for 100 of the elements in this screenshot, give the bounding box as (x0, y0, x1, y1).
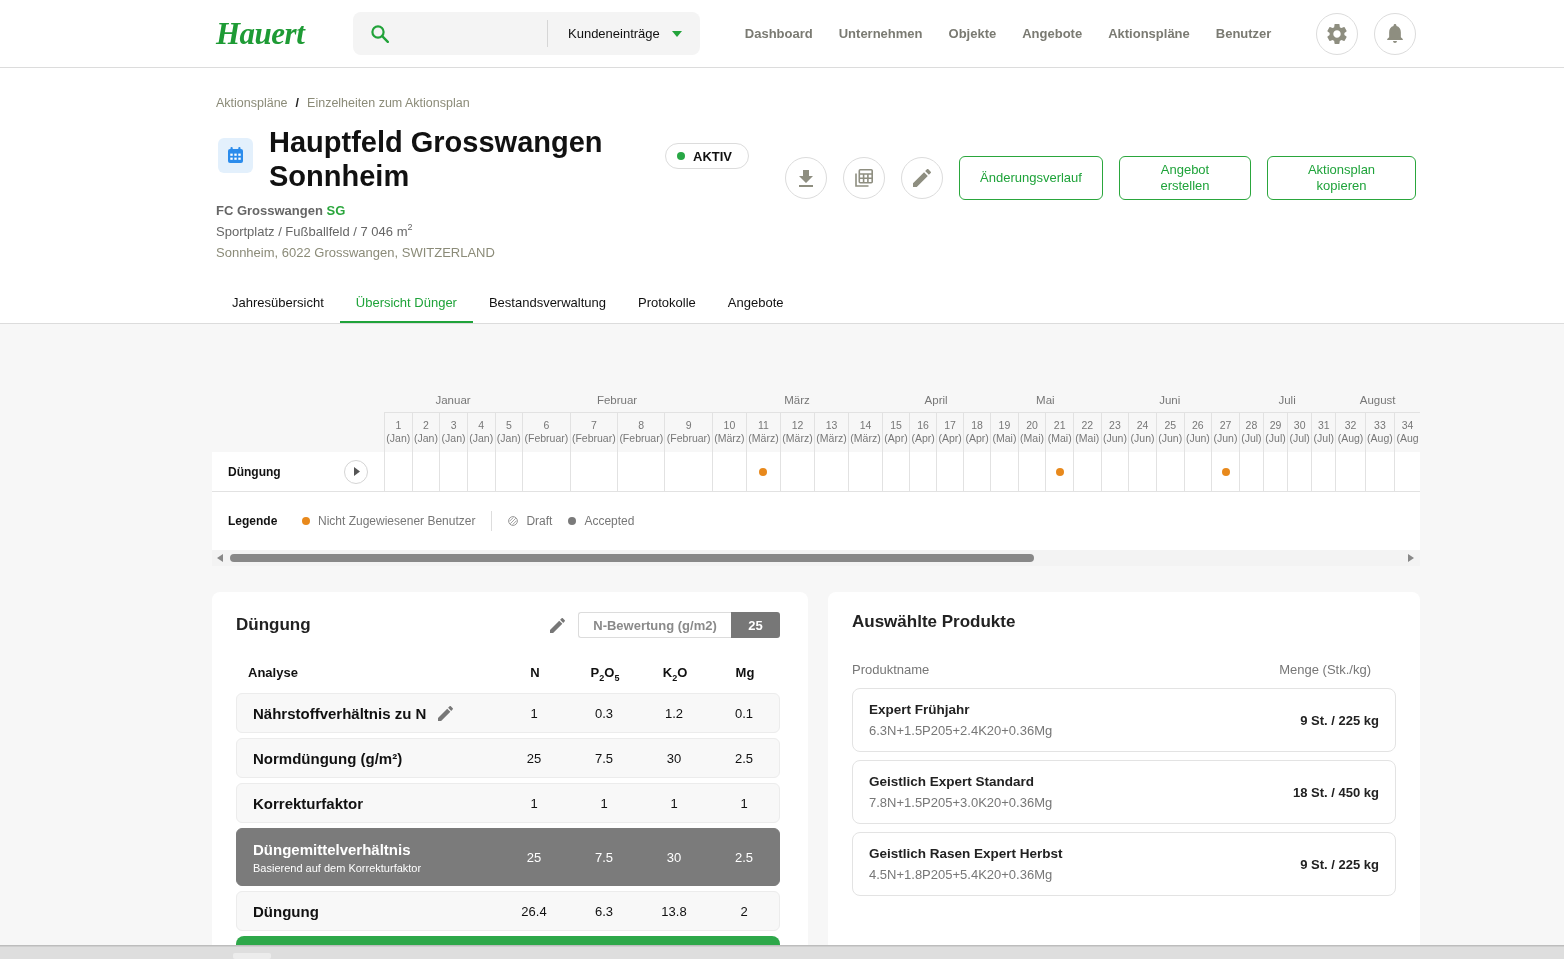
row-note: Basierend auf dem Korrekturfaktor (253, 861, 422, 874)
timeline-cell[interactable] (1287, 452, 1312, 492)
table-cell: 2.5 (734, 750, 754, 766)
nav-link[interactable]: Aktionspläne (1108, 26, 1190, 41)
timeline-cell[interactable] (1045, 452, 1073, 492)
nav-link[interactable]: Angebote (1022, 26, 1083, 41)
product-formula: 6.3N+1.5P205+2.4K20+0.36Mg (869, 721, 1053, 740)
bell-icon (1387, 24, 1403, 43)
tab[interactable]: Protokolle (622, 284, 712, 323)
month-label: Juli (1278, 394, 1296, 406)
timeline-cell[interactable] (1183, 452, 1212, 492)
row-label: Düngung (228, 464, 281, 479)
pencil-icon[interactable] (438, 705, 454, 721)
action-button[interactable]: Aktionsplan kopieren (1267, 156, 1416, 200)
timeline-cell[interactable] (1100, 452, 1129, 492)
timeline-cell[interactable] (1017, 452, 1046, 492)
action-button[interactable]: Angebot erstellen (1119, 156, 1251, 200)
timeline-cell[interactable] (1128, 452, 1156, 492)
pencil-icon[interactable] (550, 617, 565, 633)
timeline-cell[interactable] (990, 452, 1018, 492)
row-label: Nährstoffverhältnis zu N (253, 704, 427, 722)
timeline-cell[interactable] (745, 452, 780, 492)
timeline-cell[interactable] (1394, 452, 1420, 492)
gear-icon (1327, 23, 1347, 44)
timeline-cell[interactable] (617, 452, 665, 492)
timeline-cell[interactable] (1335, 452, 1365, 492)
product-quantity: 18 St. / 450 kg (1293, 784, 1379, 800)
column-header: Mg (735, 664, 755, 680)
nav-link[interactable]: Benutzer (1215, 26, 1272, 41)
tab[interactable]: Angebote (711, 284, 800, 323)
timeline-cell[interactable] (411, 452, 440, 492)
action-button[interactable]: Änderungsverlauf (959, 156, 1103, 200)
month-label: August (1359, 394, 1396, 406)
club-name: FC Grosswangen SG (216, 202, 347, 220)
column-header: Menge (Stk./kg) (1279, 661, 1371, 679)
timeline-cell[interactable] (1262, 452, 1288, 492)
pencil-icon[interactable] (913, 169, 931, 187)
timeline-cell[interactable] (848, 452, 882, 492)
n-rating-label: N-Bewertung (g/m2) (578, 612, 731, 638)
month-label: Februar (596, 394, 638, 406)
settings-button[interactable] (1316, 12, 1358, 55)
page-title: Hauptfeld Grosswangen Sonnheim (269, 125, 604, 193)
table-cell: 1.2 (664, 705, 684, 721)
timeline-cell[interactable] (466, 452, 495, 492)
timeline-cell[interactable] (1364, 452, 1395, 492)
caret-icon (354, 467, 360, 476)
timeline-cell[interactable] (711, 452, 746, 492)
download-icon (799, 169, 813, 187)
timeline-cell[interactable] (1155, 452, 1184, 492)
timeline-cell[interactable] (494, 452, 523, 492)
table-cell: 6.3 (594, 903, 614, 919)
table-cell: 1 (530, 795, 538, 811)
table-cell: 1 (670, 795, 678, 811)
timeline-cell[interactable] (1073, 452, 1101, 492)
address: Sonnheim, 6022 Grosswangen, SWITZERLAND (216, 244, 496, 262)
timeline-cell[interactable] (664, 452, 712, 492)
edit-button[interactable] (901, 157, 943, 199)
search-field[interactable] (353, 12, 547, 55)
logo[interactable]: Hauert (216, 15, 310, 52)
timeline-cell[interactable] (909, 452, 937, 492)
nav-link[interactable]: Objekte (948, 26, 997, 41)
timeline-cell[interactable] (779, 452, 814, 492)
timeline-cell[interactable] (882, 452, 910, 492)
timeline-cell[interactable] (522, 452, 570, 492)
calendar-icon (218, 138, 253, 173)
table-cell: 0.1 (734, 705, 754, 721)
table-button[interactable] (843, 157, 885, 199)
tab[interactable]: Bestandsverwaltung (472, 284, 622, 323)
tab[interactable]: Jahresübersicht (216, 284, 340, 323)
legend-label: Nicht Zugewiesener Benutzer (318, 514, 476, 528)
column-header: N (530, 664, 540, 680)
timeline-cell[interactable] (384, 452, 412, 492)
breadcrumb-link[interactable]: Aktionspläne (216, 94, 288, 112)
status-label: AKTIV (693, 148, 732, 164)
table-cell: 25 (526, 750, 542, 766)
window-scrollbar[interactable] (0, 945, 1564, 959)
table-cell: 7.5 (594, 750, 614, 766)
month-label: April (924, 394, 948, 406)
field-details: Sportplatz / Fußballfeld / 7 046 m$^{2}$ (216, 221, 414, 241)
timeline-cell[interactable] (1211, 452, 1239, 492)
timeline-cell[interactable] (439, 452, 467, 492)
expand-button[interactable] (344, 459, 368, 484)
timeline-cell[interactable] (1238, 452, 1263, 492)
download-button[interactable] (785, 157, 827, 199)
product-quantity: 9 St. / 225 kg (1300, 856, 1379, 872)
timeline-cell[interactable] (814, 452, 848, 492)
product-name: Expert Frühjahr (869, 700, 971, 719)
timeline-cell[interactable] (569, 452, 618, 492)
scope-dropdown[interactable]: Kundeneinträge (548, 12, 700, 55)
column-header: K$_{2}$O (662, 664, 688, 680)
timeline-cell[interactable] (963, 452, 991, 492)
month-label: Januar (435, 394, 471, 406)
notifications-button[interactable] (1374, 12, 1416, 55)
timeline-cell[interactable] (936, 452, 964, 492)
nav-link[interactable]: Dashboard (744, 26, 813, 41)
breadcrumb-link[interactable]: Einzelheiten zum Aktionsplan (307, 94, 470, 112)
nav-link[interactable]: Unternehmen (838, 26, 923, 41)
timeline-cell[interactable] (1311, 452, 1336, 492)
row-label: Düngung (253, 902, 319, 920)
caret-icon (671, 30, 682, 37)
